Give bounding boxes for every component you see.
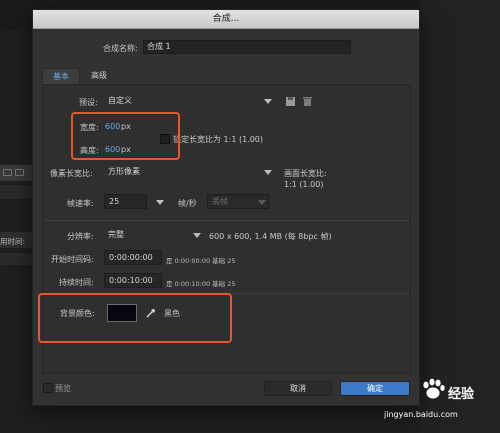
background-row-2	[0, 253, 32, 265]
save-preset-icon[interactable]	[285, 96, 296, 107]
watermark-text: 经验	[448, 387, 475, 402]
resolution-label: 分辨率:	[67, 232, 94, 241]
background-time-label: 用时间:	[0, 237, 26, 246]
preset-value: 自定义	[108, 96, 132, 105]
background-panel-right	[420, 0, 500, 433]
preview-checkbox[interactable]	[43, 383, 53, 393]
pixel-aspect-chevron-down-icon[interactable]	[264, 170, 272, 175]
lock-aspect-label: 锁定长宽比为 1:1 (1.00)	[173, 135, 264, 144]
background-toolbar-icon	[3, 169, 12, 176]
duration-label: 持续时间:	[59, 278, 94, 287]
pixel-aspect-select[interactable]: 方形像素	[104, 165, 274, 180]
start-timecode-info: 是 0:00:00:00 基础 25	[166, 257, 236, 265]
frame-rate-input[interactable]: 25	[104, 194, 147, 209]
resolution-info: 600 x 600, 1.4 MB (每 8bpc 帧)	[209, 232, 332, 241]
preset-chevron-down-icon[interactable]	[264, 99, 272, 104]
background-color-highlight	[38, 293, 232, 343]
resolution-chevron-down-icon[interactable]	[193, 233, 201, 238]
cancel-button[interactable]: 取消	[264, 381, 332, 396]
dialog-title: 合成...	[33, 10, 419, 29]
frame-rate-label: 帧速率:	[67, 199, 94, 208]
start-timecode-input[interactable]: 0:00:00:00	[104, 250, 162, 265]
background-toolbar-icon-2	[15, 169, 24, 176]
start-timecode-label: 开始时间码:	[51, 255, 94, 264]
delete-preset-icon[interactable]	[302, 96, 313, 107]
frame-aspect-value: 1:1 (1.00)	[284, 180, 324, 189]
width-height-highlight	[71, 112, 180, 160]
duration-info: 是 0:00:10:00 基础 25	[166, 280, 236, 288]
comp-name-label: 合成名称:	[103, 44, 138, 53]
resolution-value: 完整	[108, 230, 124, 239]
preview-label: 预览	[55, 384, 71, 393]
separator	[43, 220, 409, 221]
tab-basic[interactable]: 基本	[42, 68, 80, 84]
frame-aspect-label: 画面长宽比:	[284, 169, 327, 178]
preset-select[interactable]: 自定义	[104, 94, 274, 109]
composition-dialog: 合成... 合成名称: 合成 1 基本 高级 预设: 自定义 宽度: 600 p…	[32, 9, 420, 406]
duration-input[interactable]: 0:00:10:00	[104, 273, 162, 288]
background-row	[0, 185, 32, 199]
tab-advanced[interactable]: 高级	[82, 68, 116, 84]
baidu-paw-logo	[423, 378, 445, 399]
ok-button[interactable]: 确定	[340, 381, 410, 396]
resolution-select[interactable]: 完整	[104, 228, 202, 243]
watermark-url: jingyan.baidu.com	[384, 410, 458, 419]
drop-frame-chevron-down-icon[interactable]	[258, 200, 266, 205]
pixel-aspect-label: 像素长宽比:	[50, 169, 93, 178]
pixel-aspect-value: 方形像素	[108, 167, 140, 176]
frame-rate-chevron-down-icon[interactable]	[156, 200, 164, 205]
frame-rate-unit: 帧/秒	[178, 199, 197, 208]
preset-label: 预设:	[79, 98, 98, 107]
comp-name-input[interactable]: 合成 1	[143, 40, 351, 54]
drop-frame-value: 丢帧	[212, 197, 228, 206]
